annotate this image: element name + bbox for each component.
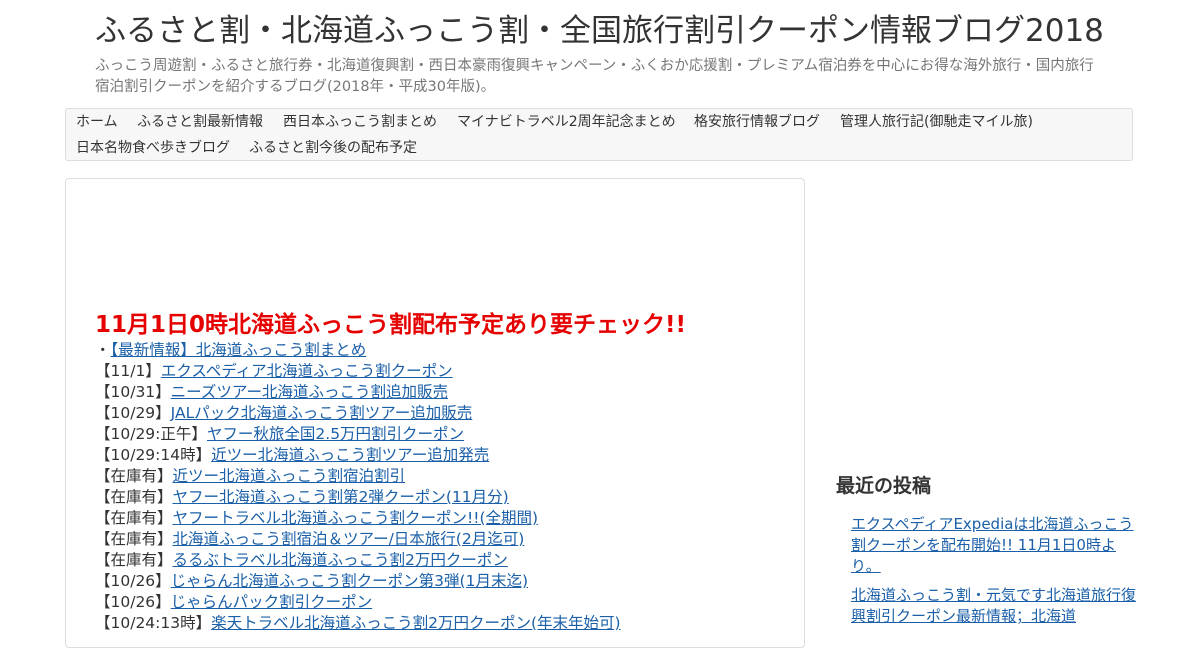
list-item: エクスペディアExpediaは北海道ふっこう割クーポンを配布開始!! 11月1日…: [851, 514, 1136, 577]
list-item: 【10/31】ニーズツアー北海道ふっこう割追加販売: [95, 382, 621, 403]
item-prefix: 【在庫有】: [95, 530, 173, 548]
list-item: 【在庫有】ヤフートラベル北海道ふっこう割クーポン!!(全期間): [95, 508, 621, 529]
item-prefix: 【在庫有】: [95, 488, 173, 506]
nav-item-nishinihon-fukko[interactable]: 西日本ふっこう割まとめ: [283, 112, 437, 132]
list-item: ・【最新情報】北海道ふっこう割まとめ: [95, 340, 621, 361]
list-link[interactable]: ヤフー北海道ふっこう割第2弾クーポン(11月分): [173, 488, 509, 506]
list-item: 【10/26】じゃらん北海道ふっこう割クーポン第3弾(1月末迄): [95, 571, 621, 592]
item-prefix: 【10/29】: [95, 404, 171, 422]
list-link[interactable]: ニーズツアー北海道ふっこう割追加販売: [171, 383, 448, 401]
recent-post-link[interactable]: 北海道ふっこう割・元気です北海道旅行復興割引クーポン最新情報；北海道: [851, 586, 1136, 625]
list-link[interactable]: JALパック北海道ふっこう割ツアー追加販売: [171, 404, 473, 422]
site-title[interactable]: ふるさと割・北海道ふっこう割・全国旅行割引クーポン情報ブログ2018: [95, 10, 1104, 52]
item-prefix: 【10/24:13時】: [95, 614, 212, 632]
list-item: 【在庫有】ヤフー北海道ふっこう割第2弾クーポン(11月分): [95, 487, 621, 508]
item-prefix: 【10/29:14時】: [95, 446, 212, 464]
list-link[interactable]: 近ツー北海道ふっこう割ツアー追加発売: [211, 446, 489, 464]
list-link[interactable]: エクスペディア北海道ふっこう割クーポン: [161, 362, 453, 380]
list-item: 【10/29:正午】ヤフー秋旅全国2.5万円割引クーポン: [95, 424, 621, 445]
recent-posts-heading: 最近の投稿: [836, 475, 932, 497]
nav-item-home[interactable]: ホーム: [76, 112, 118, 132]
list-link[interactable]: 北海道ふっこう割宿泊＆ツアー/日本旅行(2月迄可): [173, 530, 525, 548]
item-prefix: ・: [95, 341, 111, 359]
list-link[interactable]: じゃらん北海道ふっこう割クーポン第3弾(1月末迄): [171, 572, 528, 590]
main-navigation: ホーム ふるさと割最新情報 西日本ふっこう割まとめ マイナビトラベル2周年記念ま…: [65, 108, 1133, 161]
nav-item-admin-travelogue[interactable]: 管理人旅行記(御馳走マイル旅): [840, 112, 1033, 132]
list-item: 【11/1】エクスペディア北海道ふっこう割クーポン: [95, 361, 621, 382]
site-tagline: ふっこう周遊割・ふるさと旅行券・北海道復興割・西日本豪雨復興キャンペーン・ふくお…: [95, 58, 1094, 95]
list-item: 【在庫有】近ツー北海道ふっこう割宿泊割引: [95, 466, 621, 487]
nav-item-furusato-schedule[interactable]: ふるさと割今後の配布予定: [249, 138, 417, 158]
list-item: 【在庫有】北海道ふっこう割宿泊＆ツアー/日本旅行(2月迄可): [95, 529, 621, 550]
recent-posts-list: エクスペディアExpediaは北海道ふっこう割クーポンを配布開始!! 11月1日…: [851, 514, 1136, 635]
item-prefix: 【在庫有】: [95, 509, 173, 527]
item-prefix: 【10/29:正午】: [95, 425, 207, 443]
item-prefix: 【11/1】: [95, 362, 161, 380]
list-item: 【10/29】JALパック北海道ふっこう割ツアー追加販売: [95, 403, 621, 424]
list-link[interactable]: じゃらんパック割引クーポン: [171, 593, 373, 611]
item-prefix: 【10/31】: [95, 383, 171, 401]
nav-item-mynavi-2nd-anniversary[interactable]: マイナビトラベル2周年記念まとめ: [457, 112, 676, 132]
list-item: 【10/26】じゃらんパック割引クーポン: [95, 592, 621, 613]
item-prefix: 【在庫有】: [95, 467, 173, 485]
coupon-link-list: ・【最新情報】北海道ふっこう割まとめ 【11/1】エクスペディア北海道ふっこう割…: [95, 340, 621, 634]
headline-alert: 11月1日0時北海道ふっこう割配布予定あり要チェック!!: [95, 312, 686, 338]
list-item: 【10/24:13時】楽天トラベル北海道ふっこう割2万円クーポン(年末年始可): [95, 613, 621, 634]
list-link[interactable]: 近ツー北海道ふっこう割宿泊割引: [173, 467, 406, 485]
list-link[interactable]: 楽天トラベル北海道ふっこう割2万円クーポン(年末年始可): [211, 614, 620, 632]
nav-item-furusato-latest[interactable]: ふるさと割最新情報: [137, 112, 263, 132]
list-link[interactable]: ヤフートラベル北海道ふっこう割クーポン!!(全期間): [173, 509, 539, 527]
recent-post-link[interactable]: エクスペディアExpediaは北海道ふっこう割クーポンを配布開始!! 11月1日…: [851, 515, 1133, 575]
nav-item-food-blog[interactable]: 日本名物食べ歩きブログ: [76, 138, 230, 158]
list-item: 【10/29:14時】近ツー北海道ふっこう割ツアー追加発売: [95, 445, 621, 466]
list-link[interactable]: ヤフー秋旅全国2.5万円割引クーポン: [207, 425, 464, 443]
list-item: 北海道ふっこう割・元気です北海道旅行復興割引クーポン最新情報；北海道: [851, 585, 1136, 627]
item-prefix: 【10/26】: [95, 572, 171, 590]
nav-item-cheap-travel-blog[interactable]: 格安旅行情報ブログ: [694, 112, 820, 132]
item-prefix: 【10/26】: [95, 593, 171, 611]
list-item: 【在庫有】るるぶトラベル北海道ふっこう割2万円クーポン: [95, 550, 621, 571]
list-link[interactable]: るるぶトラベル北海道ふっこう割2万円クーポン: [173, 551, 508, 569]
item-prefix: 【在庫有】: [95, 551, 173, 569]
list-link[interactable]: 【最新情報】北海道ふっこう割まとめ: [111, 341, 367, 359]
